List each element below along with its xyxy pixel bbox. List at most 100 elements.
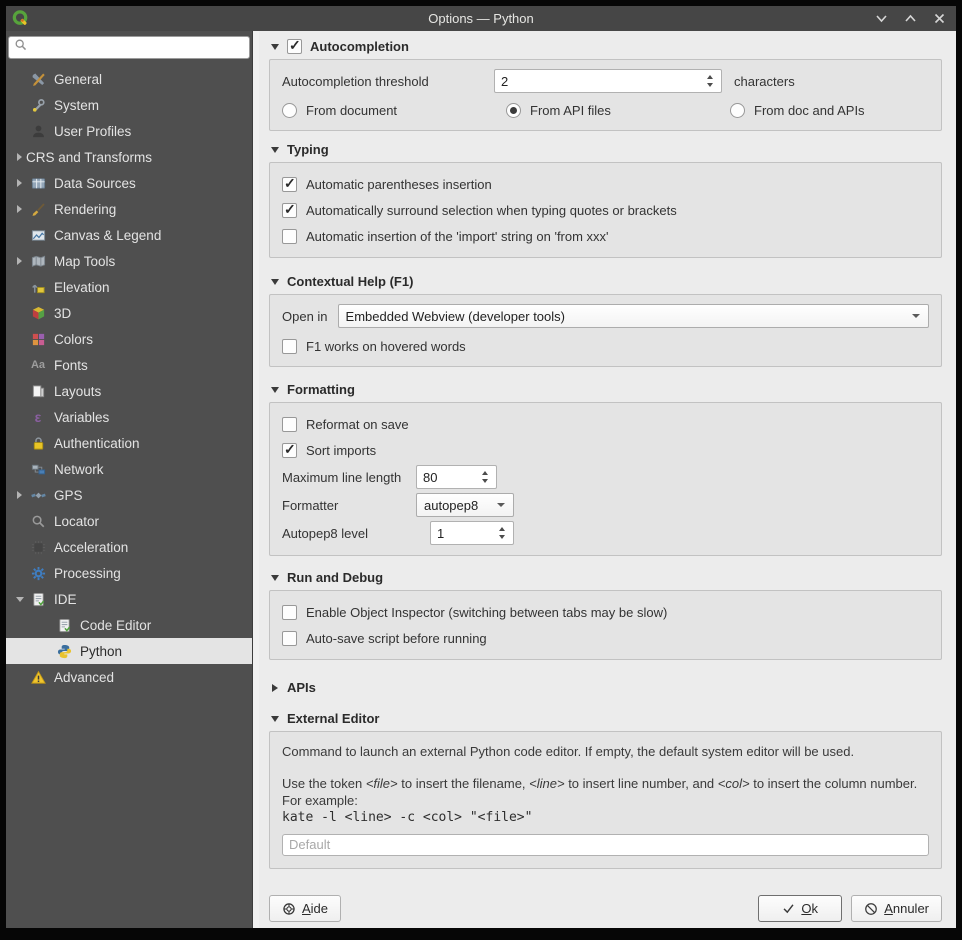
checkbox-label: Automatically surround selection when ty… xyxy=(306,202,677,218)
sidebar-item-canvas-legend[interactable]: Canvas & Legend xyxy=(6,222,252,248)
window-close-icon[interactable] xyxy=(933,12,946,25)
sidebar-item-code-editor[interactable]: Code Editor xyxy=(6,612,252,638)
spin-up-icon[interactable] xyxy=(707,75,713,79)
sidebar-item-elevation[interactable]: Elevation xyxy=(6,274,252,300)
sidebar-item-layouts[interactable]: Layouts xyxy=(6,378,252,404)
sidebar-item-processing[interactable]: Processing xyxy=(6,560,252,586)
sidebar-item-data-sources[interactable]: Data Sources xyxy=(6,170,252,196)
sidebar-item-python[interactable]: Python xyxy=(6,638,252,664)
collapse-arrow-icon xyxy=(271,278,279,285)
expand-arrow-icon[interactable] xyxy=(13,179,26,187)
checkbox-surround-selection[interactable]: Automatically surround selection when ty… xyxy=(282,197,929,223)
checkbox xyxy=(282,228,297,244)
formatting-groupbox: Reformat on save Sort imports Maximum li… xyxy=(269,402,942,556)
sidebar-item-advanced[interactable]: Advanced xyxy=(6,664,252,690)
spin-up-icon[interactable] xyxy=(499,527,505,531)
section-header-external-editor[interactable]: External Editor xyxy=(271,711,940,726)
radio-from-document[interactable]: From document xyxy=(282,102,506,118)
window-shade-icon[interactable] xyxy=(875,12,888,25)
spin-down-icon[interactable] xyxy=(707,83,713,87)
open-in-combobox[interactable]: Embedded Webview (developer tools) xyxy=(337,304,929,328)
sidebar-item-general[interactable]: General xyxy=(6,66,252,92)
chip-icon xyxy=(29,539,47,555)
tools-icon xyxy=(29,71,47,87)
max-line-length-spinbox[interactable]: 80 xyxy=(416,465,497,489)
autopep8-level-spinbox[interactable]: 1 xyxy=(430,521,514,545)
titlebar: Options — Python xyxy=(6,6,956,31)
sidebar-item-3d[interactable]: 3D xyxy=(6,300,252,326)
gear-icon xyxy=(29,565,47,581)
autocompletion-enable-checkbox[interactable] xyxy=(287,37,302,54)
section-header-formatting[interactable]: Formatting xyxy=(271,382,940,397)
section-header-contextual-help[interactable]: Contextual Help (F1) xyxy=(271,274,940,289)
sidebar-item-label: Colors xyxy=(54,331,94,347)
section-header-apis[interactable]: APIs xyxy=(271,680,940,695)
cancel-icon xyxy=(864,902,878,916)
sidebar-item-system[interactable]: System xyxy=(6,92,252,118)
radio-from-doc-and-apis[interactable]: From doc and APIs xyxy=(730,102,865,118)
checkbox-reformat-on-save[interactable]: Reformat on save xyxy=(282,411,929,437)
sidebar-item-authentication[interactable]: Authentication xyxy=(6,430,252,456)
expand-arrow-icon[interactable] xyxy=(13,491,26,499)
collapse-arrow-icon[interactable] xyxy=(13,596,26,602)
sidebar-item-label: Rendering xyxy=(54,201,117,217)
search-input[interactable] xyxy=(28,38,249,57)
collapse-arrow-icon xyxy=(272,683,278,692)
sidebar-item-crs-and-transforms[interactable]: CRS and Transforms xyxy=(6,144,252,170)
ok-button[interactable]: Ok xyxy=(758,895,843,922)
checkbox-auto-parentheses[interactable]: Automatic parentheses insertion xyxy=(282,171,929,197)
sidebar-splitter[interactable] xyxy=(252,31,259,928)
settings-list: General System User Profiles CRS and Tra… xyxy=(6,63,252,928)
expand-arrow-icon[interactable] xyxy=(13,257,26,265)
sidebar-item-map-tools[interactable]: Map Tools xyxy=(6,248,252,274)
search-box[interactable] xyxy=(8,36,250,59)
sidebar-item-ide[interactable]: IDE xyxy=(6,586,252,612)
threshold-spinbox[interactable]: 2 xyxy=(494,69,722,93)
radio-from-api-files[interactable]: From API files xyxy=(506,102,730,118)
checkbox-label: F1 works on hovered words xyxy=(306,338,466,354)
sidebar-item-label: Python xyxy=(80,643,123,659)
cancel-button[interactable]: Annuler xyxy=(851,895,942,922)
sidebar-item-acceleration[interactable]: Acceleration xyxy=(6,534,252,560)
external-editor-command-input[interactable] xyxy=(282,833,929,856)
button-label: Aide xyxy=(302,901,329,916)
sidebar-item-user-profiles[interactable]: User Profiles xyxy=(6,118,252,144)
spin-down-icon[interactable] xyxy=(482,479,488,483)
fonts-icon: Aa xyxy=(30,359,46,371)
radio-label: From doc and APIs xyxy=(754,102,865,118)
section-header-autocompletion[interactable]: Autocompletion xyxy=(271,37,940,54)
expand-arrow-icon[interactable] xyxy=(13,153,26,161)
lock-icon xyxy=(29,435,47,451)
sidebar-item-label: Canvas & Legend xyxy=(54,227,162,243)
sidebar-item-colors[interactable]: Colors xyxy=(6,326,252,352)
formatter-label: Formatter xyxy=(282,497,339,513)
checkbox-autosave-script[interactable]: Auto-save script before running xyxy=(282,625,929,651)
checkbox-label: Sort imports xyxy=(306,442,377,458)
spin-up-icon[interactable] xyxy=(482,471,488,475)
settings-sidebar: General System User Profiles CRS and Tra… xyxy=(6,31,252,928)
window-maximize-icon[interactable] xyxy=(904,12,917,25)
checkbox-label: Auto-save script before running xyxy=(306,630,487,646)
spin-down-icon[interactable] xyxy=(499,535,505,539)
checkbox-f1-hover[interactable]: F1 works on hovered words xyxy=(282,334,929,358)
formatter-combobox[interactable]: autopep8 xyxy=(416,493,514,517)
person-icon xyxy=(29,123,47,139)
sidebar-item-fonts[interactable]: Aa Fonts xyxy=(6,352,252,378)
checkbox-object-inspector[interactable]: Enable Object Inspector (switching betwe… xyxy=(282,599,929,625)
combobox-value: Embedded Webview (developer tools) xyxy=(345,308,565,324)
checkbox-sort-imports[interactable]: Sort imports xyxy=(282,437,929,463)
sidebar-item-network[interactable]: Network xyxy=(6,456,252,482)
sidebar-item-variables[interactable]: ε Variables xyxy=(6,404,252,430)
sidebar-item-label: Layouts xyxy=(54,383,102,399)
sidebar-item-locator[interactable]: Locator xyxy=(6,508,252,534)
checkbox-auto-import[interactable]: Automatic insertion of the 'import' stri… xyxy=(282,223,929,249)
section-header-typing[interactable]: Typing xyxy=(271,142,940,157)
sidebar-item-rendering[interactable]: Rendering xyxy=(6,196,252,222)
section-header-run-debug[interactable]: Run and Debug xyxy=(271,570,940,585)
sidebar-item-gps[interactable]: GPS xyxy=(6,482,252,508)
help-button[interactable]: Aide xyxy=(269,895,342,922)
open-in-label: Open in xyxy=(282,308,328,324)
file-token: <file> xyxy=(365,776,398,792)
radio-button xyxy=(282,102,297,118)
expand-arrow-icon[interactable] xyxy=(13,205,26,213)
